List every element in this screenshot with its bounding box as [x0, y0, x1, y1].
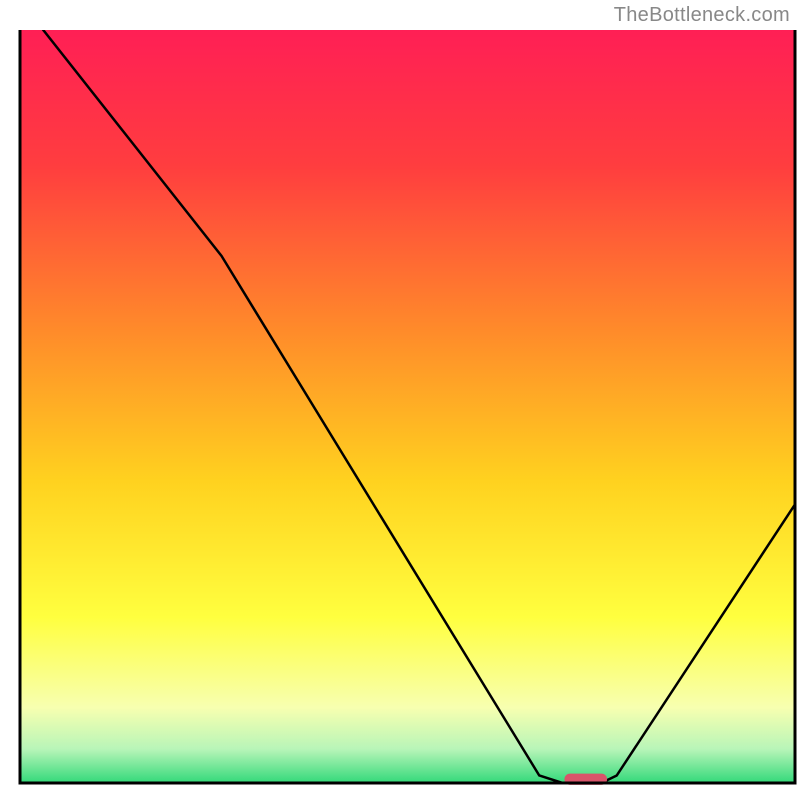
chart-svg: [0, 0, 800, 800]
chart-container: TheBottleneck.com: [0, 0, 800, 800]
chart-background: [20, 30, 795, 783]
watermark-text: TheBottleneck.com: [614, 4, 790, 27]
